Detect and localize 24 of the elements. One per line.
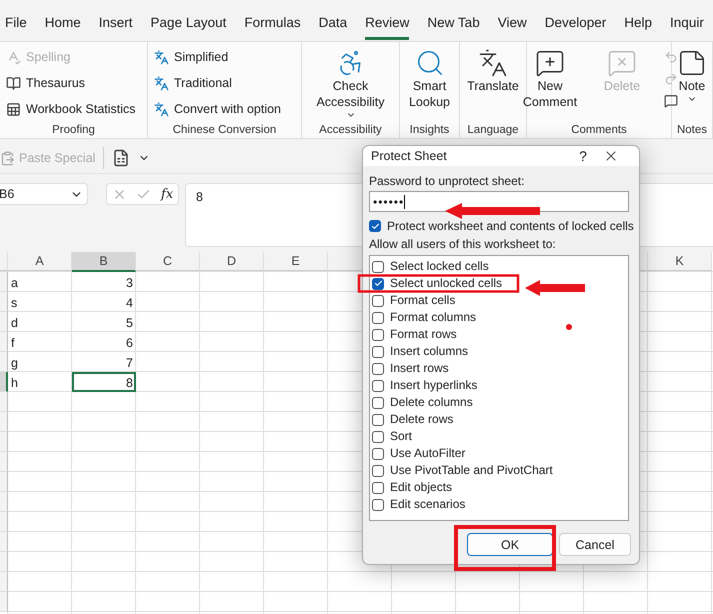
dialog-title: Protect Sheet	[371, 149, 448, 163]
cell-reference: B6	[0, 187, 14, 201]
table-cell: 8	[72, 372, 136, 392]
table-cell-text: f	[10, 335, 16, 352]
group-label: Comments	[570, 124, 628, 136]
table-cell-text: 7	[125, 355, 134, 372]
group-label: Chinese Conversion	[172, 124, 278, 136]
table-cell-text: d	[10, 315, 19, 332]
table-cell-text: 6	[125, 335, 134, 352]
checkbox-label: Protect worksheet and contents of locked cells	[387, 220, 634, 232]
table-cell-text: h	[10, 375, 19, 392]
table-cell-text: s	[10, 295, 18, 312]
table-cell-text: 4	[125, 295, 134, 312]
group-label: Language	[466, 124, 520, 136]
table-cell-text: a	[10, 275, 19, 292]
password-label: Password to unprotect sheet:	[369, 174, 526, 188]
table-cell-text: 5	[125, 315, 134, 332]
group-label: Accessibility	[318, 124, 383, 136]
table-cell-text: 3	[125, 275, 134, 292]
group-label: Proofing	[51, 124, 96, 136]
group-label: Notes	[676, 124, 708, 136]
group-label: Insights	[408, 124, 450, 136]
table-cell-text: g	[10, 355, 19, 372]
allow-label: Allow all users of this worksheet to:	[369, 237, 557, 251]
